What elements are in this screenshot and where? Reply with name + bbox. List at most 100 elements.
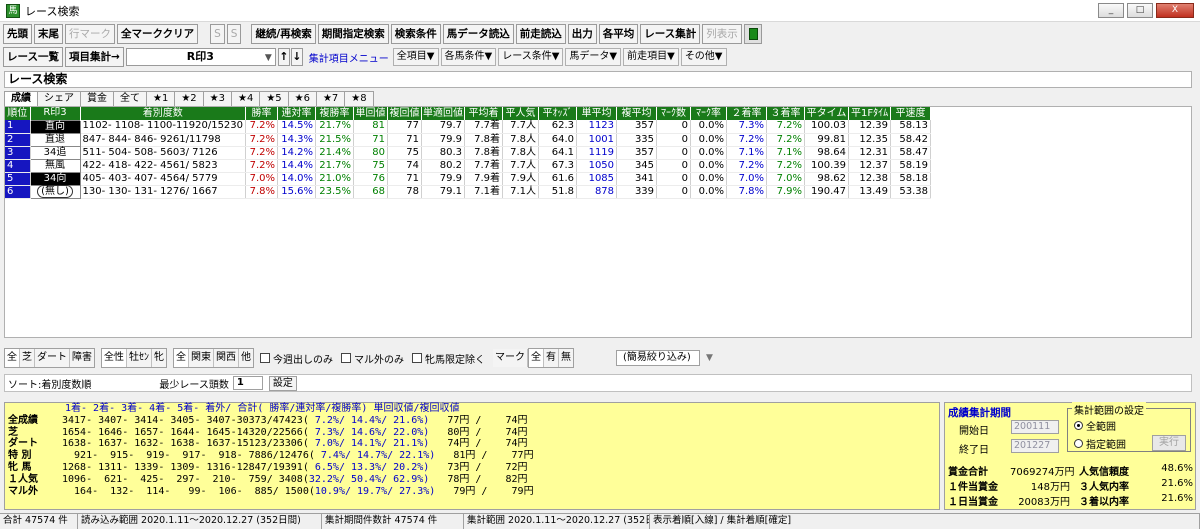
s-button-1[interactable]: S (210, 24, 225, 44)
start-date-field[interactable]: 200111 (1011, 420, 1059, 434)
tab-1[interactable]: シェア (37, 91, 81, 106)
column-header[interactable]: 単回値 (353, 107, 389, 120)
row-mark-button[interactable]: 行マーク (65, 24, 115, 44)
surface-filter-3[interactable]: 障害 (70, 349, 94, 367)
column-header[interactable]: 勝率 (245, 107, 279, 120)
table-cell: 7.1人 (502, 185, 540, 199)
min-race-input[interactable]: 1 (232, 376, 263, 390)
table-cell: 190.47 (804, 185, 850, 199)
column-header[interactable]: 平ｵｯｽﾞ (538, 107, 578, 120)
column-header[interactable]: 単平均 (576, 107, 618, 120)
prev-race-menu[interactable]: 前走項目▼ (623, 48, 679, 66)
column-header[interactable]: 平タイム (804, 107, 850, 120)
output-button[interactable]: 出力 (567, 24, 597, 44)
column-header[interactable]: ﾏｰｸ率 (690, 107, 728, 120)
period-search-button[interactable]: 期間指定検索 (317, 24, 389, 44)
column-header[interactable]: 着別度数 (80, 107, 247, 120)
mark-filter-0[interactable]: 全 (529, 349, 544, 367)
search-conditions-button[interactable]: 検索条件 (390, 24, 441, 44)
column-header[interactable]: 順位 (5, 107, 31, 120)
chevron-down-icon[interactable]: ▼ (706, 353, 713, 363)
clear-marks-button[interactable]: 全マーククリア (117, 24, 199, 44)
checkbox-2[interactable]: 牝馬限定除く (412, 351, 485, 366)
surface-filter-1[interactable]: 芝 (20, 349, 35, 367)
table-row[interactable]: 2 直退 847- 844- 846- 9261/11798 7.2% 14.3% 21.… (5, 132, 932, 147)
column-header[interactable]: 複勝率 (315, 107, 355, 120)
column-header[interactable]: ３着率 (766, 107, 806, 120)
tab-10[interactable]: ★7 (315, 91, 346, 106)
table-row[interactable]: 1 直向 1102- 1108- 1100-11920/15230 7.2% 14.5%… (5, 119, 932, 134)
horse-conditions-menu[interactable]: 各馬条件▼ (440, 48, 497, 66)
tab-0[interactable]: 成績 (4, 91, 38, 106)
aggregate-item-select[interactable]: R印3 ▼ (125, 48, 276, 66)
status-agg-count: 集計期間件数計 47574 件 (322, 514, 464, 529)
minimize-button[interactable]: _ (1098, 3, 1124, 18)
column-header[interactable]: 単適回値 (421, 107, 466, 120)
spreadsheet-icon[interactable] (743, 24, 762, 44)
column-header[interactable]: 平人気 (502, 107, 540, 120)
column-display-button[interactable]: 列表示 (702, 24, 742, 44)
region-filter-3[interactable]: 他 (239, 349, 253, 367)
table-row[interactable]: 6 (無し) 130- 130- 131- 1276/ 1667 7.8% 15.6% 2… (5, 184, 932, 199)
checkbox-1[interactable]: マル外のみ (341, 351, 404, 366)
averages-button[interactable]: 各平均 (598, 24, 639, 44)
tab-9[interactable]: ★6 (287, 91, 317, 106)
move-down-button[interactable]: ↓ (290, 48, 303, 66)
column-header[interactable]: 平均着 (464, 107, 504, 120)
table-row[interactable]: 4 無風 422- 418- 422- 4561/ 5823 7.2% 14.4% 21.… (5, 158, 932, 173)
column-header[interactable]: 平速度 (890, 107, 932, 120)
horse-data-load-button[interactable]: 馬データ読込 (442, 24, 514, 44)
table-row[interactable]: 3 34追 511- 504- 508- 5603/ 7126 7.2% 14.2% 21… (5, 145, 932, 160)
region-filter-0[interactable]: 全 (174, 349, 189, 367)
mark-filter-1[interactable]: 有 (544, 349, 559, 367)
top3-pop-label: ３人気内率 (1079, 482, 1129, 493)
tab-5[interactable]: ★2 (174, 91, 204, 106)
maximize-button[interactable]: □ (1127, 3, 1153, 18)
last-button[interactable]: 末尾 (34, 24, 63, 44)
first-button[interactable]: 先頭 (3, 24, 32, 44)
race-conditions-menu[interactable]: レース条件▼ (498, 48, 564, 66)
tab-11[interactable]: ★8 (344, 91, 374, 106)
column-header[interactable]: R印3 (30, 107, 81, 120)
column-header[interactable]: 連対率 (277, 107, 317, 120)
column-header[interactable]: ﾏｰｸ数 (656, 107, 692, 120)
specified-range-radio[interactable]: 指定範囲 (1074, 436, 1126, 451)
continue-search-button[interactable]: 継続/再検索 (251, 24, 316, 44)
prev-race-load-button[interactable]: 前走読込 (515, 24, 566, 44)
column-header[interactable]: 複平均 (616, 107, 658, 120)
mark-filter-2[interactable]: 無 (559, 349, 573, 367)
all-items-menu[interactable]: 全項目▼ (392, 48, 439, 66)
end-date-field[interactable]: 201227 (1011, 439, 1059, 453)
table-row[interactable]: 5 34向 405- 403- 407- 4564/ 5779 7.0% 14.0% 21… (5, 171, 932, 186)
surface-filter-2[interactable]: ダート (35, 349, 70, 367)
sex-filter-0[interactable]: 全性 (102, 349, 127, 367)
tab-8[interactable]: ★5 (259, 91, 289, 106)
column-header[interactable]: 平1Fﾀｲﾑ (848, 107, 892, 120)
tab-6[interactable]: ★3 (202, 91, 232, 106)
close-button[interactable]: X (1156, 3, 1194, 18)
horse-data-menu[interactable]: 馬データ▼ (565, 48, 622, 66)
sex-filter-2[interactable]: 牝 (152, 349, 166, 367)
column-header[interactable]: ２着率 (726, 107, 768, 120)
surface-filter-0[interactable]: 全 (5, 349, 20, 367)
tab-7[interactable]: ★4 (230, 91, 261, 106)
region-filter-2[interactable]: 関西 (214, 349, 239, 367)
move-up-button[interactable]: ↑ (277, 48, 290, 66)
race-list-button[interactable]: レース一覧 (3, 47, 63, 67)
set-button[interactable]: 設定 (268, 375, 297, 391)
aggregate-button[interactable]: 項目集計→ (64, 47, 124, 67)
all-range-radio[interactable]: 全範囲 (1074, 418, 1116, 433)
region-filter-1[interactable]: 関東 (189, 349, 214, 367)
sex-filter-1[interactable]: 牡ｾﾝ (127, 349, 152, 367)
other-menu[interactable]: その他▼ (680, 48, 727, 66)
aggregate-menu-link[interactable]: 集計項目メニュー (309, 50, 389, 65)
checkbox-0[interactable]: 今週出しのみ (260, 351, 333, 366)
column-header[interactable]: 複回値 (387, 107, 423, 120)
tab-2[interactable]: 賞金 (80, 91, 114, 106)
tab-4[interactable]: ★1 (146, 91, 176, 106)
race-aggregate-button[interactable]: レース集計 (640, 24, 701, 44)
simple-filter-select[interactable]: (簡易絞り込み) (616, 350, 700, 366)
s-button-2[interactable]: S (226, 24, 242, 44)
execute-button[interactable]: 実行 (1152, 435, 1186, 451)
tab-3[interactable]: 全て (113, 91, 147, 106)
